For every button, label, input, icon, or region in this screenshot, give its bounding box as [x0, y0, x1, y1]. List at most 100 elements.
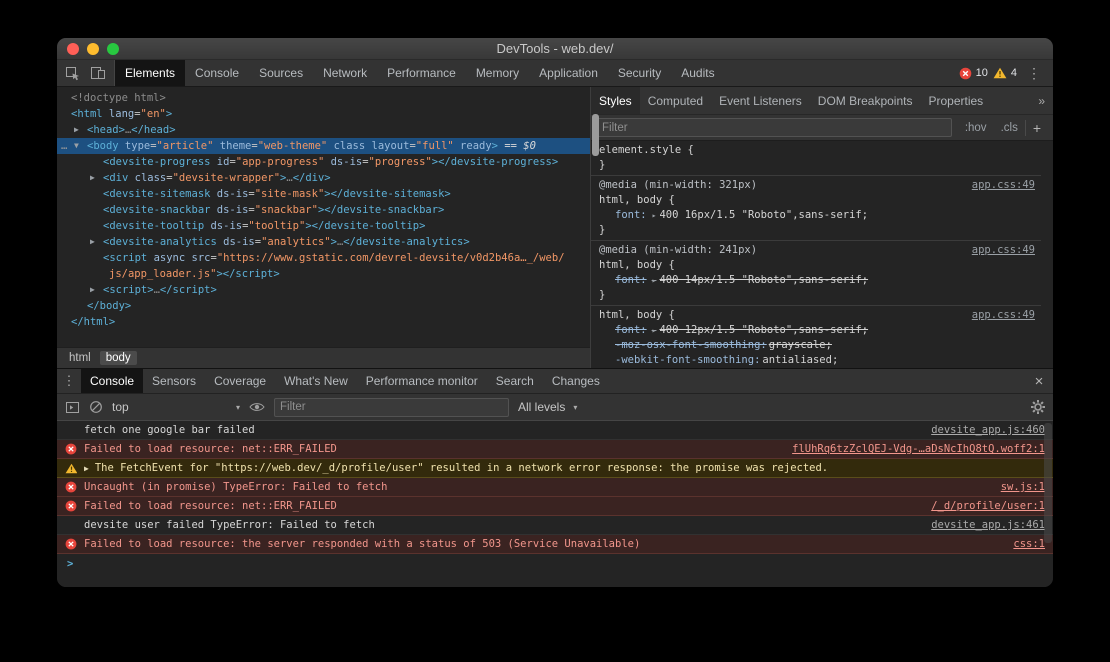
message-source-link[interactable]: devsite_app.js:460 [917, 424, 1045, 436]
expand-arrow-icon[interactable]: ▶ [84, 464, 89, 473]
window-titlebar[interactable]: DevTools - web.dev/ [57, 38, 1053, 60]
console-message-error[interactable]: Failed to load resource: net::ERR_FAILED… [57, 440, 1053, 459]
expand-arrow-icon[interactable]: ▶ [90, 234, 95, 250]
drawer-tab-whats-new[interactable]: What's New [275, 369, 357, 393]
close-drawer-button[interactable]: × [1025, 369, 1053, 393]
tab-event-listeners[interactable]: Event Listeners [711, 87, 810, 114]
expand-arrow-icon[interactable]: ▶ [90, 170, 95, 186]
message-source-link[interactable]: sw.js:1 [987, 481, 1045, 493]
styles-filter-input[interactable] [596, 118, 952, 137]
css-declaration[interactable]: -webkit-font-smoothing:antialiased; [591, 353, 1041, 368]
drawer-menu-button[interactable]: ⋮ [57, 369, 81, 393]
dom-tree-row[interactable]: ▶<div class="devsite-wrapper">…</div> [57, 170, 590, 186]
pseudo-state-button[interactable]: :hov [958, 122, 994, 134]
clear-console-button[interactable] [89, 400, 103, 414]
drawer-tab-sensors[interactable]: Sensors [143, 369, 205, 393]
message-source-link[interactable]: flUhRq6tzZclQEJ-Vdg-…aDsNcIhQ8tQ.woff2:1 [778, 443, 1045, 455]
class-toggle-button[interactable]: .cls [994, 122, 1025, 134]
console-prompt[interactable]: > [57, 554, 1053, 573]
tab-security[interactable]: Security [608, 60, 671, 86]
expand-arrow-icon[interactable]: ▶ [90, 282, 95, 298]
log-level-selector[interactable]: All levels ▾ [518, 400, 577, 414]
console-message-log[interactable]: devsite user failed TypeError: Failed to… [57, 516, 1053, 535]
breadcrumb-item-html[interactable]: html [63, 351, 97, 365]
media-query[interactable]: @media (min-width: 321px) [599, 178, 757, 193]
dom-tree-row[interactable]: </html> [57, 314, 590, 330]
shorthand-expand-icon[interactable]: ▸ [652, 323, 657, 338]
dom-tree-row[interactable]: ▶<head>…</head> [57, 122, 590, 138]
console-filter-input[interactable] [274, 398, 509, 417]
css-declaration-overridden[interactable]: font:▸400 12px/1.5 "Roboto",sans-serif; [591, 323, 1041, 338]
drawer-tab-changes[interactable]: Changes [543, 369, 609, 393]
console-message-log[interactable]: fetch one google bar failed devsite_app.… [57, 421, 1053, 440]
more-tabs-button[interactable]: » [1030, 87, 1053, 114]
shorthand-expand-icon[interactable]: ▸ [652, 273, 657, 288]
css-selector[interactable]: html, body { [599, 193, 675, 208]
zoom-window-button[interactable] [107, 43, 119, 55]
css-declaration[interactable]: font:▸400 16px/1.5 "Roboto",sans-serif; [591, 208, 1041, 223]
css-selector[interactable]: html, body { [599, 308, 675, 323]
console-message-error[interactable]: Uncaught (in promise) TypeError: Failed … [57, 478, 1053, 497]
tab-computed[interactable]: Computed [640, 87, 711, 114]
tab-performance[interactable]: Performance [377, 60, 466, 86]
warning-count-badge[interactable]: 4 [993, 67, 1017, 79]
tab-memory[interactable]: Memory [466, 60, 529, 86]
drawer-tab-search[interactable]: Search [487, 369, 543, 393]
console-message-error[interactable]: Failed to load resource: the server resp… [57, 535, 1053, 554]
dom-tree-row[interactable]: <!doctype html> [57, 90, 590, 106]
scrollbar-thumb[interactable] [592, 114, 599, 156]
breadcrumb-item-body[interactable]: body [100, 351, 137, 365]
message-source-link[interactable]: /_d/profile/user:1 [917, 500, 1045, 512]
tab-audits[interactable]: Audits [671, 60, 724, 86]
message-source-link[interactable]: css:1 [999, 538, 1045, 550]
tab-elements[interactable]: Elements [115, 60, 185, 86]
dom-tree-row[interactable]: <devsite-sitemask ds-is="site-mask"></de… [57, 186, 590, 202]
error-count-badge[interactable]: 10 [959, 67, 988, 80]
styles-scrollbar[interactable] [1043, 116, 1052, 366]
dom-tree-row[interactable]: js/app_loader.js"></script> [57, 266, 590, 282]
context-selector[interactable]: top ▾ [112, 400, 240, 414]
collapse-arrow-icon[interactable]: ▼ [74, 138, 79, 154]
stylesheet-link[interactable]: app.css:49 [962, 178, 1035, 193]
stylesheet-link[interactable]: app.css:49 [962, 243, 1035, 258]
tab-console[interactable]: Console [185, 60, 249, 86]
dom-tree-row[interactable]: </body> [57, 298, 590, 314]
css-selector[interactable]: element.style { [599, 143, 694, 158]
console-message-warning[interactable]: ▶ The FetchEvent for "https://web.dev/_d… [57, 459, 1053, 478]
console-message-error[interactable]: Failed to load resource: net::ERR_FAILED… [57, 497, 1053, 516]
device-toolbar-button[interactable] [90, 66, 106, 80]
console-settings-button[interactable] [1031, 400, 1045, 414]
tab-styles[interactable]: Styles [591, 87, 640, 114]
drawer-tab-coverage[interactable]: Coverage [205, 369, 275, 393]
dom-tree[interactable]: <!doctype html> <html lang="en"> ▶<head>… [57, 87, 590, 347]
dom-tree-row[interactable]: <devsite-tooltip ds-is="tooltip"></devsi… [57, 218, 590, 234]
close-window-button[interactable] [67, 43, 79, 55]
inspect-element-button[interactable] [65, 66, 80, 81]
console-sidebar-button[interactable] [65, 401, 80, 414]
tab-network[interactable]: Network [313, 60, 377, 86]
dom-tree-row[interactable]: ▶<script>…</script> [57, 282, 590, 298]
more-options-button[interactable]: ⋮ [1022, 65, 1046, 82]
dom-tree-row-selected[interactable]: …▼<body type="article" theme="web-theme"… [57, 138, 590, 154]
dom-tree-row[interactable]: ▶<devsite-analytics ds-is="analytics">…<… [57, 234, 590, 250]
stylesheet-link[interactable]: app.css:49 [962, 308, 1035, 323]
tab-dom-breakpoints[interactable]: DOM Breakpoints [810, 87, 921, 114]
dom-tree-row[interactable]: <html lang="en"> [57, 106, 590, 122]
media-query[interactable]: @media (min-width: 241px) [599, 243, 757, 258]
live-expression-button[interactable] [249, 401, 265, 413]
expand-arrow-icon[interactable]: ▶ [74, 122, 79, 138]
tab-properties[interactable]: Properties [920, 87, 991, 114]
drawer-tab-console[interactable]: Console [81, 369, 143, 393]
css-declaration-overridden[interactable]: -moz-osx-font-smoothing:grayscale; [591, 338, 1041, 353]
dom-tree-row[interactable]: <script async src="https://www.gstatic.c… [57, 250, 590, 266]
shorthand-expand-icon[interactable]: ▸ [652, 208, 657, 223]
drawer-tab-performance-monitor[interactable]: Performance monitor [357, 369, 487, 393]
tab-sources[interactable]: Sources [249, 60, 313, 86]
css-selector[interactable]: html, body { [599, 258, 675, 273]
dom-tree-row[interactable]: <devsite-progress id="app-progress" ds-i… [57, 154, 590, 170]
console-scrollbar-thumb[interactable] [1044, 423, 1052, 543]
tab-application[interactable]: Application [529, 60, 608, 86]
css-declaration-overridden[interactable]: font:▸400 14px/1.5 "Roboto",sans-serif; [591, 273, 1041, 288]
minimize-window-button[interactable] [87, 43, 99, 55]
dom-tree-row[interactable]: <devsite-snackbar ds-is="snackbar"></dev… [57, 202, 590, 218]
